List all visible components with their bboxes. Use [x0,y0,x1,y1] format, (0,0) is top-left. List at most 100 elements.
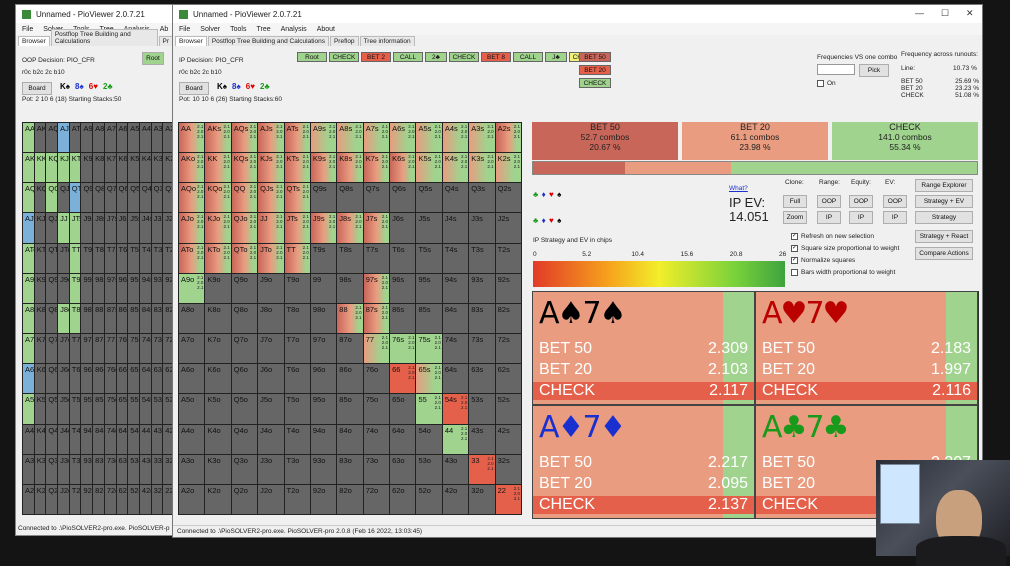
heart-filter-icon[interactable]: ♥ [549,216,554,225]
hand-cell[interactable]: 22 2.1 2.0 2.1 [495,484,521,514]
hand-cell[interactable]: 66 2.1 2.0 2.1 [390,364,416,394]
hand-cell[interactable]: 32o [469,484,495,514]
hand-cell[interactable]: Q3s [469,183,495,213]
hand-cell[interactable]: A3s 2.1 2.0 2.1 [469,123,495,153]
hand-cell[interactable]: AKo [23,153,34,183]
hand-cell[interactable]: J3o [258,454,284,484]
diamond-filter-icon[interactable]: ♦ [542,190,546,199]
hand-cell[interactable]: JTo [58,243,69,273]
hand-cell[interactable]: KTs [69,153,81,183]
hand-cell[interactable]: 85s [416,303,442,334]
hand-cell[interactable]: T7o [69,334,81,364]
hand-cell[interactable]: 95s [128,273,139,303]
hand-cell[interactable]: Q9s [310,183,337,213]
hand-cell[interactable]: J2s [495,213,521,243]
hand-cell[interactable]: AQs [46,123,58,153]
hand-cell[interactable]: Q5s [416,183,442,213]
hand-cell[interactable]: K9s [81,153,93,183]
what-link[interactable]: What? [729,185,748,192]
action-step-7[interactable]: CALL [513,52,543,62]
hand-cell[interactable]: Q6o [46,364,58,394]
hand-cell[interactable]: Q8s [337,183,363,213]
hand-cell[interactable]: A4s [139,123,151,153]
hand-cell[interactable]: Q3o [231,454,258,484]
hand-cell[interactable]: 97o [310,334,337,364]
combo-detail-2[interactable]: A♦7♦ BET 50 2.217 BET 20 2.095 CHECK 2.137 [532,405,755,519]
hand-cell[interactable]: 43o [139,454,151,484]
hand-cell[interactable]: Q6s [116,183,128,213]
hand-cell[interactable]: JJ 2.1 2.0 2.1 [258,213,284,243]
hand-cell[interactable]: T3o [284,454,310,484]
spade-filter-icon[interactable]: ♠ [557,216,561,225]
hand-cell[interactable]: AKo 2.1 2.0 2.1 [179,153,205,183]
hand-cell[interactable]: T4o [69,424,81,454]
hand-cell[interactable]: 43o [442,454,469,484]
hand-cell[interactable]: QTs [69,183,81,213]
menu-item-about[interactable]: About [317,26,335,33]
hand-cell[interactable]: Q9o [46,273,58,303]
hand-cell[interactable]: 95o [81,394,93,424]
hand-cell[interactable]: 65s 2.1 2.0 2.1 [416,364,442,394]
hand-cell[interactable]: J6s [390,213,416,243]
hand-cell[interactable]: T8s [93,243,104,273]
hand-cell[interactable]: 83o [337,454,363,484]
hand-cell[interactable]: T5s [128,243,139,273]
ip-board-button[interactable]: Board [179,82,209,95]
hand-cell[interactable]: 64o [116,424,128,454]
hand-cell[interactable]: 76s 2.1 2.0 2.1 [390,334,416,364]
hand-cell[interactable]: 85o [337,394,363,424]
hand-cell[interactable]: Q7s [363,183,390,213]
menu-item-file[interactable]: File [22,26,33,33]
hand-cell[interactable]: 87o [93,334,104,364]
hand-cell[interactable]: 76s [116,334,128,364]
hand-cell[interactable]: A8o [23,303,34,334]
hand-cell[interactable]: J4s [139,213,151,243]
hand-cell[interactable]: 52o [128,484,139,514]
hand-cell[interactable]: 52o [416,484,442,514]
hand-cell[interactable]: J7o [258,334,284,364]
hand-cell[interactable]: K7s [104,153,116,183]
hand-cell[interactable]: Q2o [46,484,58,514]
hand-cell[interactable]: K2o [34,484,46,514]
hand-cell[interactable]: K3s [151,153,163,183]
hand-cell[interactable]: 62s [495,364,521,394]
hand-cell[interactable]: T9o [69,273,81,303]
menu-item-analysis[interactable]: Analysis [281,26,307,33]
option-checkbox-box[interactable]: ✓ [791,244,798,252]
hand-cell[interactable]: 74s [139,334,151,364]
hand-cell[interactable]: 86s [390,303,416,334]
hand-cell[interactable]: K5s [128,153,139,183]
hand-cell[interactable]: T9s [310,243,337,273]
hand-cell[interactable]: J3s [151,213,163,243]
hand-cell[interactable]: JTs 2.1 2.0 2.1 [284,213,310,243]
hand-cell[interactable]: KQs [46,153,58,183]
strategy-box-2[interactable]: CHECK 141.0 combos 55.34 % [832,122,978,160]
hand-cell[interactable]: JTs [69,213,81,243]
hand-cell[interactable]: 76o [363,364,390,394]
hand-cell[interactable]: KTs 2.1 2.0 2.1 [284,153,310,183]
hand-cell[interactable]: Q9s [81,183,93,213]
hand-cell[interactable]: A8s 2.1 2.0 2.1 [337,123,363,153]
hand-cell[interactable]: 54s [139,394,151,424]
hand-cell[interactable]: Q2o [231,484,258,514]
hand-cell[interactable]: 64s [442,364,469,394]
hand-cell[interactable]: J2o [258,484,284,514]
hand-cell[interactable]: 65o [390,394,416,424]
on-checkbox-box[interactable] [817,80,824,87]
hand-cell[interactable]: AA [23,123,34,153]
hand-cell[interactable]: 83s [469,303,495,334]
hand-cell[interactable]: T4s [139,243,151,273]
hand-cell[interactable]: Q4o [231,424,258,454]
hand-cell[interactable]: QJo 2.1 2.0 2.1 [231,213,258,243]
option-checkbox-box[interactable] [791,268,798,276]
hand-cell[interactable]: 86o [93,364,104,394]
hand-cell[interactable]: 88 2.1 2.0 2.1 [337,303,363,334]
hand-cell[interactable]: 88 [93,303,104,334]
hand-cell[interactable]: 92s [495,273,521,303]
hand-cell[interactable]: 73s [469,334,495,364]
hand-cell[interactable]: A5s [128,123,139,153]
hand-cell[interactable]: K4o [205,424,231,454]
hand-cell[interactable]: AA 2.1 2.0 2.1 [179,123,205,153]
hand-cell[interactable]: J4o [258,424,284,454]
hand-cell[interactable]: 75o [104,394,116,424]
